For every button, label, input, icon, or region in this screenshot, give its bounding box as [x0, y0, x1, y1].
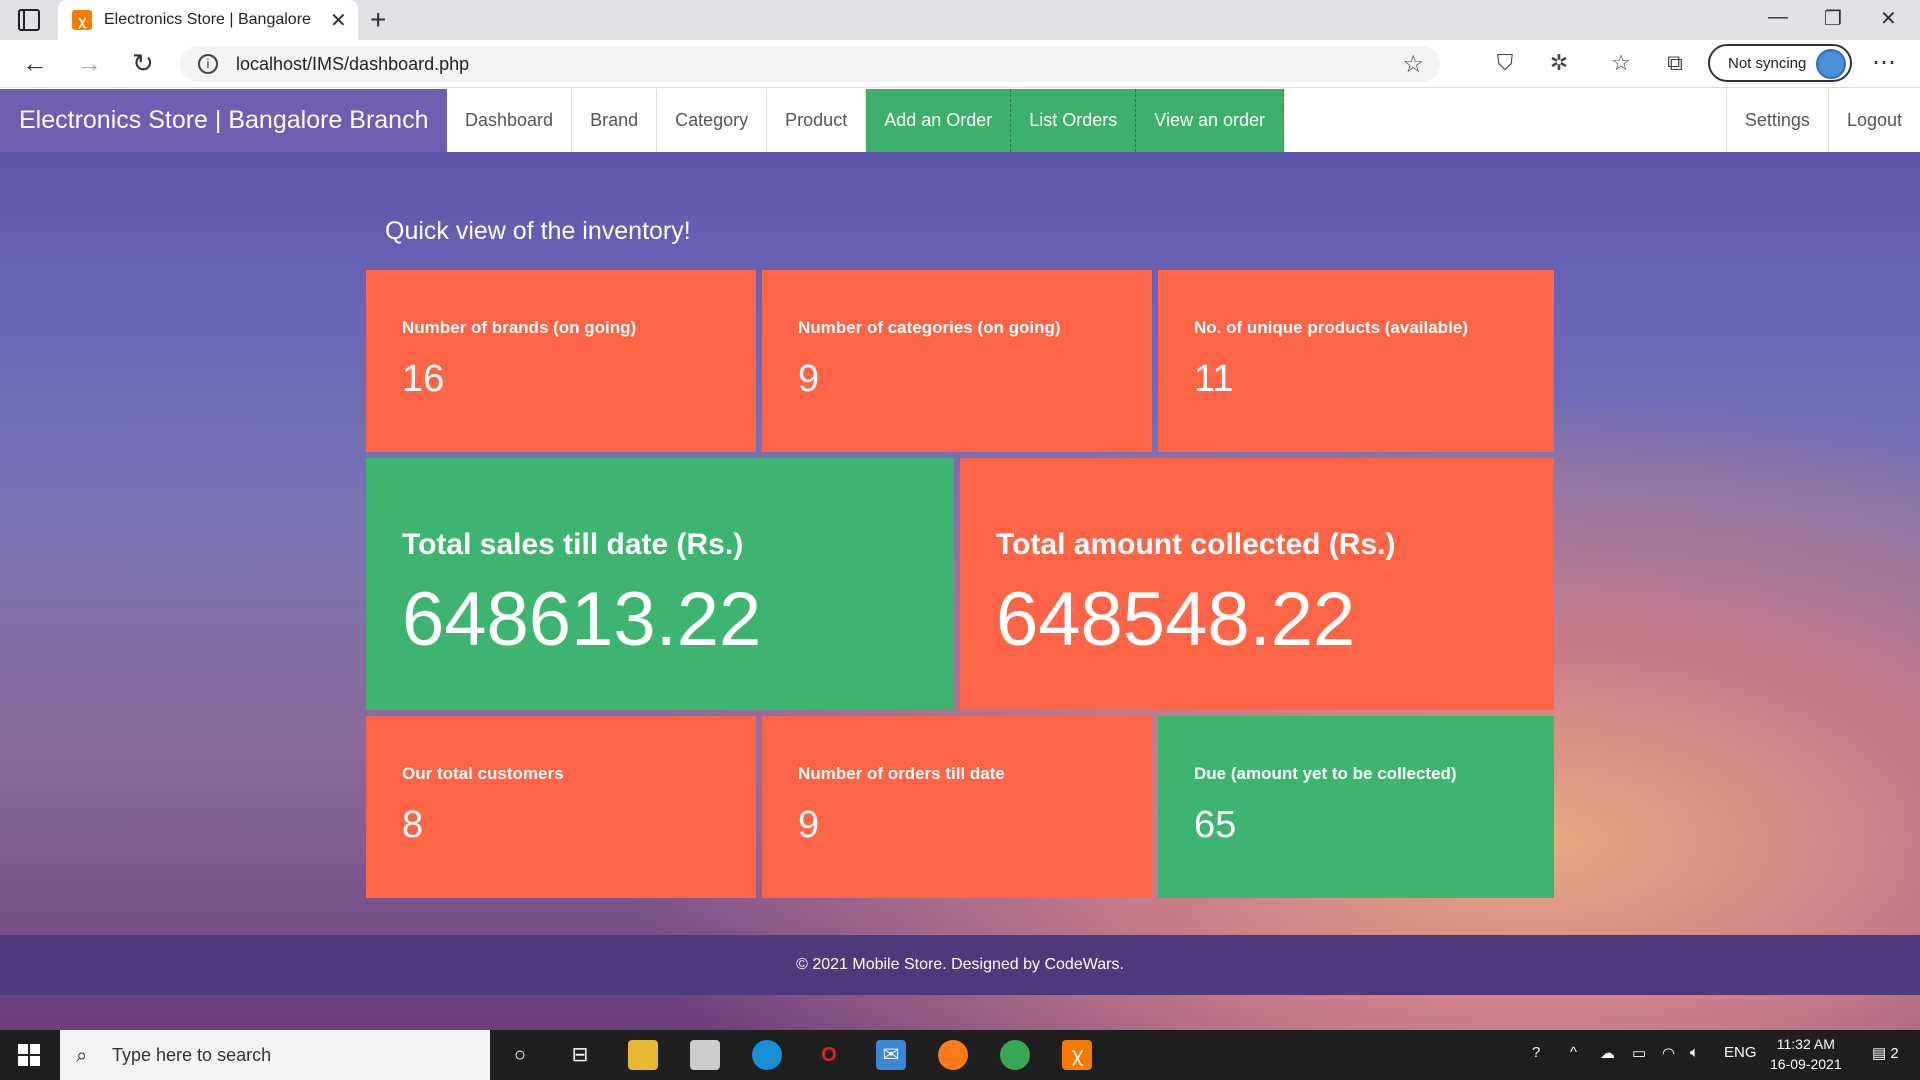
info-icon[interactable]: i — [198, 54, 218, 74]
sync-label: Not syncing — [1728, 54, 1807, 72]
cloud-icon[interactable]: ☁ — [1600, 1044, 1615, 1062]
sync-button[interactable]: Not syncing — [1708, 44, 1852, 82]
notification-icon[interactable]: ▤ 2 — [1872, 1044, 1899, 1062]
profile-avatar — [1816, 49, 1846, 79]
forward-icon[interactable]: → — [76, 48, 102, 79]
xampp-favicon-icon: ꭓ — [72, 10, 92, 30]
clock-date: 16-09-2021 — [1770, 1056, 1842, 1072]
stat-value: 9 — [798, 804, 820, 846]
task-view-icon[interactable]: ⊟ — [565, 1040, 595, 1070]
stat-card-categories: Number of categories (on going) 9 — [762, 270, 1152, 452]
volume-icon[interactable]: 🔈︎ — [1690, 1044, 1699, 1061]
stat-label: Our total customers — [402, 764, 564, 783]
page-background: Electronics Store | Bangalore Branch Das… — [0, 89, 1920, 1030]
language-indicator[interactable]: ENG — [1724, 1044, 1757, 1061]
nav-dashboard[interactable]: Dashboard — [447, 89, 573, 152]
collections-icon[interactable]: ⧉ — [1662, 50, 1688, 76]
file-explorer-icon[interactable] — [628, 1040, 658, 1070]
url-text[interactable]: localhost/IMS/dashboard.php — [236, 54, 469, 75]
help-icon[interactable]: ? — [1532, 1044, 1540, 1061]
stat-card-brands: Number of brands (on going) 16 — [366, 270, 756, 452]
top-navbar: Electronics Store | Bangalore Branch Das… — [0, 89, 1920, 152]
stat-value: 648548.22 — [996, 577, 1356, 662]
nav-product[interactable]: Product — [767, 89, 867, 152]
taskbar-search[interactable]: ⌕ Type here to search — [60, 1030, 490, 1080]
cortana-icon[interactable]: ○ — [505, 1040, 535, 1070]
nav-add-order[interactable]: Add an Order — [866, 89, 1012, 152]
notification-count: 2 — [1890, 1045, 1899, 1062]
stat-label: Number of orders till date — [798, 764, 1005, 783]
pocket-icon[interactable]: ⛉ — [1492, 50, 1518, 76]
page-heading: Quick view of the inventory! — [385, 217, 691, 245]
refresh-icon[interactable]: ↻ — [132, 48, 154, 79]
windows-start-icon[interactable] — [18, 1044, 40, 1066]
minimize-icon[interactable]: — — [1768, 6, 1788, 29]
firefox-icon[interactable] — [938, 1040, 968, 1070]
stat-label: Due (amount yet to be collected) — [1194, 764, 1457, 783]
search-placeholder: Type here to search — [112, 1044, 272, 1065]
stat-value: 11 — [1194, 358, 1234, 400]
page-footer: © 2021 Mobile Store. Designed by CodeWar… — [0, 935, 1920, 995]
chevron-up-icon[interactable]: ^ — [1570, 1044, 1577, 1061]
nav-list-orders[interactable]: List Orders — [1011, 89, 1137, 152]
new-tab-icon[interactable]: + — [370, 4, 386, 36]
edge-icon[interactable] — [752, 1040, 782, 1070]
tab-title: Electronics Store | Bangalore Branch — [104, 11, 316, 28]
browser-tab[interactable]: ꭓ Electronics Store | Bangalore Branch ✕ — [58, 0, 358, 40]
stat-card-due: Due (amount yet to be collected) 65 — [1158, 716, 1554, 898]
favorites-icon[interactable]: ☆ — [1608, 50, 1634, 76]
stat-card-total-sales: Total sales till date (Rs.) 648613.22 — [366, 458, 954, 710]
clock-time: 11:32 AM — [1776, 1036, 1835, 1052]
search-icon: ⌕ — [76, 1045, 88, 1067]
stat-value: 8 — [402, 804, 424, 846]
stat-value: 648613.22 — [402, 577, 762, 662]
url-bar[interactable]: i localhost/IMS/dashboard.php ☆ — [180, 46, 1440, 82]
xampp-icon[interactable]: ꭓ — [1062, 1040, 1092, 1070]
stat-label: Number of categories (on going) — [798, 318, 1061, 337]
add-favorite-icon[interactable]: ☆ — [1402, 50, 1424, 79]
battery-icon[interactable]: ▭ — [1632, 1044, 1646, 1062]
stat-card-products: No. of unique products (available) 11 — [1158, 270, 1554, 452]
nav-brand[interactable]: Brand — [572, 89, 658, 152]
wifi-icon[interactable]: ◠ — [1662, 1044, 1675, 1062]
restore-icon[interactable]: ❐ — [1824, 6, 1842, 31]
stat-label: No. of unique products (available) — [1194, 318, 1468, 337]
nav-category[interactable]: Category — [657, 89, 768, 152]
stat-value: 16 — [402, 358, 445, 400]
nav-view-order[interactable]: View an order — [1136, 89, 1285, 152]
browser-tab-bar: ꭓ Electronics Store | Bangalore Branch ✕… — [0, 0, 1920, 40]
store-icon[interactable] — [690, 1040, 720, 1070]
windows-taskbar: ⌕ Type here to search ○ ⊟ O ✉ ꭓ ? ^ ☁ ▭ … — [0, 1030, 1920, 1080]
clock[interactable]: 11:32 AM 16-09-2021 — [1770, 1034, 1842, 1074]
tab-actions-icon[interactable] — [18, 9, 40, 31]
opera-icon[interactable]: O — [814, 1040, 844, 1070]
nav-settings[interactable]: Settings — [1725, 89, 1828, 152]
nav-logout[interactable]: Logout — [1827, 89, 1920, 152]
mail-icon[interactable]: ✉ — [876, 1040, 906, 1070]
stat-label: Total amount collected (Rs.) — [996, 528, 1396, 561]
close-window-icon[interactable]: ✕ — [1880, 6, 1897, 31]
back-icon[interactable]: ← — [22, 48, 48, 79]
stat-card-orders: Number of orders till date 9 — [762, 716, 1152, 898]
stat-card-customers: Our total customers 8 — [366, 716, 756, 898]
stat-value: 9 — [798, 358, 820, 400]
brand-title[interactable]: Electronics Store | Bangalore Branch — [0, 89, 447, 152]
stat-label: Total sales till date (Rs.) — [402, 528, 744, 561]
stat-label: Number of brands (on going) — [402, 318, 637, 337]
close-tab-icon[interactable]: ✕ — [330, 8, 347, 33]
stat-card-amount-collected: Total amount collected (Rs.) 648548.22 — [960, 458, 1554, 710]
more-options-icon[interactable]: ⋯ — [1872, 48, 1896, 77]
stat-value: 65 — [1194, 804, 1237, 846]
chrome-icon[interactable] — [1000, 1040, 1030, 1070]
address-toolbar: ← → ↻ i localhost/IMS/dashboard.php ☆ ⛉ … — [0, 40, 1920, 88]
extensions-icon[interactable]: ✲ — [1546, 50, 1572, 76]
